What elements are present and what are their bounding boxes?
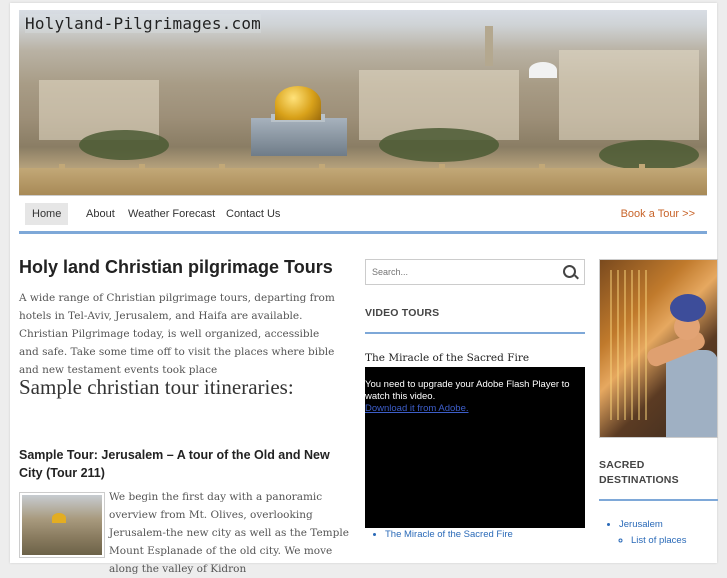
tower	[485, 26, 493, 66]
book-a-tour-link[interactable]: Book a Tour >>	[621, 203, 695, 225]
search-box	[365, 259, 585, 285]
golden-dome	[275, 86, 321, 120]
video-player[interactable]: You need to upgrade your Adobe Flash Pla…	[365, 367, 585, 528]
white-dome	[529, 62, 557, 78]
video-title: The Miracle of the Sacred Fire	[365, 352, 530, 364]
tour-thumbnail[interactable]	[19, 492, 105, 558]
video-tours-heading: VIDEO TOURS	[365, 307, 440, 319]
widget-divider	[365, 332, 585, 334]
dome-building	[251, 118, 347, 156]
search-icon[interactable]	[563, 265, 576, 278]
nav-item-about[interactable]: About	[79, 203, 122, 225]
trees	[379, 128, 499, 162]
nav-item-weather-forecast[interactable]: Weather Forecast	[121, 203, 222, 225]
header-banner: Holyland-Pilgrimages.com	[19, 10, 707, 196]
nav-divider	[19, 231, 707, 234]
city-wall	[19, 164, 707, 195]
destination-subitem[interactable]: List of places	[631, 533, 686, 549]
tour-title-link[interactable]: Sample Tour: Jerusalem – A tour of the O…	[19, 446, 349, 482]
site-title[interactable]: Holyland-Pilgrimages.com	[25, 14, 261, 33]
flash-download-link[interactable]: Download it from Adobe.	[365, 403, 469, 414]
page-title: Holy land Christian pilgrimage Tours	[19, 257, 333, 277]
city-buildings	[559, 50, 699, 140]
sidebar-divider	[599, 499, 718, 501]
sacred-destinations-heading: SACRED DESTINATIONS	[599, 459, 679, 486]
tour-description: We begin the first day with a panoramic …	[109, 491, 349, 575]
destination-item: Jerusalem List of places	[619, 517, 686, 549]
trees	[599, 140, 699, 170]
nav-item-home[interactable]: Home	[25, 203, 69, 225]
destination-link-jerusalem[interactable]: Jerusalem	[619, 519, 663, 530]
trees	[79, 130, 169, 160]
page-container: Holyland-Pilgrimages.com Home About Weat…	[10, 3, 718, 575]
intro-text: A wide range of Christian pilgrimage tou…	[19, 292, 335, 376]
nav-item-contact-us[interactable]: Contact Us	[219, 203, 287, 225]
destinations-list: Jerusalem List of places	[599, 517, 686, 549]
main-nav: Home About Weather Forecast Contact Us B…	[19, 201, 707, 229]
video-list: The Miracle of the Sacred Fire	[365, 529, 513, 540]
video-list-item[interactable]: The Miracle of the Sacred Fire	[385, 529, 513, 540]
pilgrim-photo	[599, 259, 718, 438]
flash-message: You need to upgrade your Adobe Flash Pla…	[365, 379, 570, 402]
search-input[interactable]	[366, 261, 558, 283]
section-heading: Sample christian tour itineraries:	[19, 375, 294, 399]
